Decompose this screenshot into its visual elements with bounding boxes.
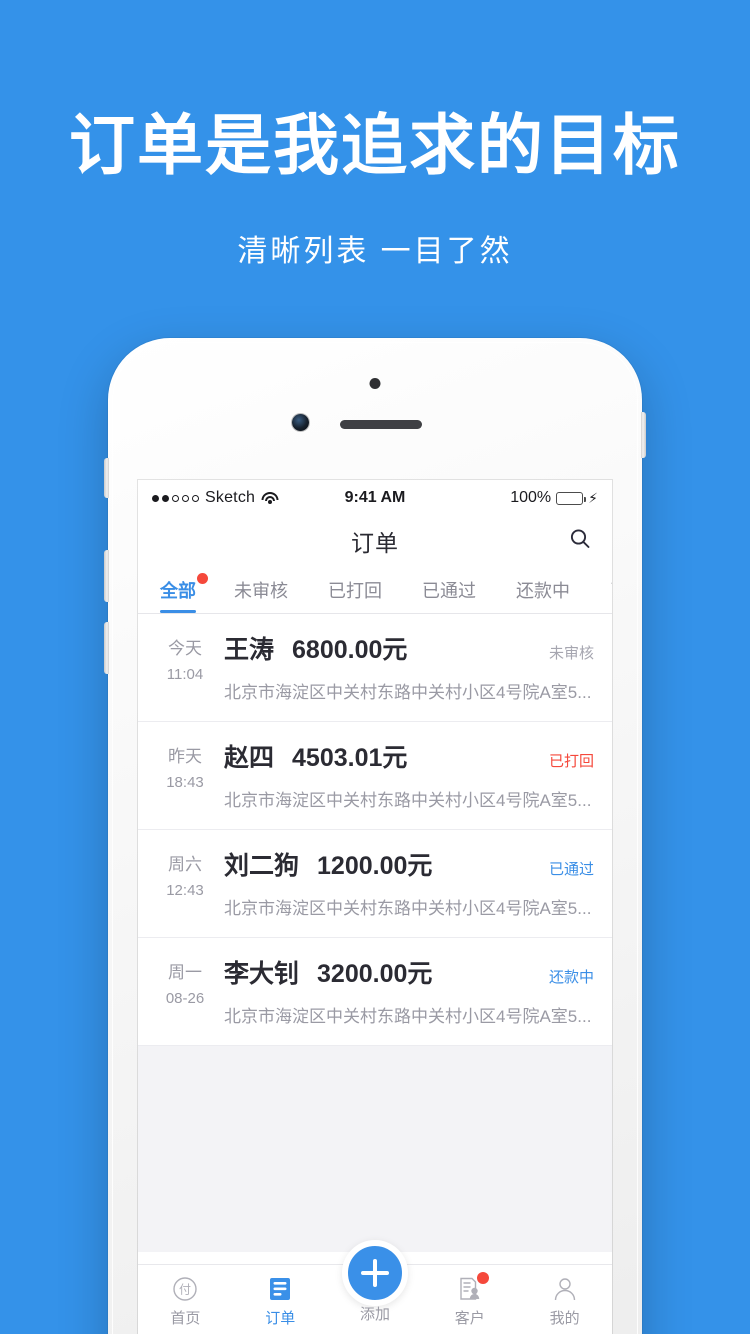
order-amount: 6800.00元 [292,636,408,664]
row-content: 李大钊 3200.00元 还款中 北京市海淀区中关村东路中关村小区4号院A室5.… [216,954,594,1027]
tab-settled[interactable]: 已结清 [590,566,612,613]
tab-profile[interactable]: 我的 [517,1274,612,1328]
order-amount: 3200.00元 [317,960,433,988]
promo-title: 订单是我追求的目标 [69,108,681,182]
customer-name: 赵四 [224,744,275,772]
customer-name: 刘二狗 [224,852,300,880]
tab-label: 已通过 [422,580,476,601]
tab-customers[interactable]: 客户 [422,1271,517,1328]
tab-label: 订单 [265,1309,296,1327]
table-row[interactable]: 周六 12:43 刘二狗 1200.00元 已通过 北京市海淀区中关村东路中关村… [138,830,612,938]
row-day: 周一 [168,963,202,982]
tab-all[interactable]: 全部 [138,566,214,613]
signal-strength-icon [152,494,199,502]
row-content: 王涛 6800.00元 未审核 北京市海淀区中关村东路中关村小区4号院A室5..… [216,630,594,703]
row-day: 今天 [168,639,202,658]
row-timestamp: 昨天 18:43 [154,738,216,796]
add-order-fab[interactable] [342,1240,408,1306]
customer-name: 王涛 [224,636,275,664]
tab-returned[interactable]: 已打回 [308,566,402,613]
status-badge: 已打回 [548,753,594,770]
tab-label: 全部 [160,580,196,601]
tab-approved[interactable]: 已通过 [402,566,496,613]
order-address: 北京市海淀区中关村东路中关村小区4号院A室5... [224,791,592,810]
tab-label: 已结清 [610,577,612,603]
order-address: 北京市海淀区中关村东路中关村小区4号院A室5... [224,1007,592,1026]
search-icon[interactable] [568,527,592,556]
order-filter-tabs[interactable]: 全部 未审核 已打回 已通过 还款中 已结清 [138,566,612,614]
order-list[interactable]: 今天 11:04 王涛 6800.00元 未审核 北京市海淀区中关村东路中关村小… [138,614,612,1252]
tab-orders[interactable]: 订单 [233,1274,328,1328]
volume-up-button[interactable] [104,550,109,602]
mute-switch[interactable] [104,458,109,498]
carrier-name: Sketch [205,489,256,506]
row-time: 18:43 [166,774,204,792]
phone-device-frame: Sketch 9:41 AM 100% ⚡ 订单 全部 未审核 已打回 已通过 … [104,338,646,1334]
status-badge: 已通过 [548,861,594,878]
status-badge: 还款中 [548,969,594,986]
document-icon [268,1274,292,1302]
row-time: 12:43 [166,882,204,900]
tab-label: 首页 [170,1309,201,1327]
wifi-icon [261,491,279,505]
row-content: 刘二狗 1200.00元 已通过 北京市海淀区中关村东路中关村小区4号院A室5.… [216,846,594,919]
battery-percent-label: 100% [510,489,552,506]
status-bar-left: Sketch [152,489,279,507]
tab-badge-dot [477,1271,490,1284]
battery-icon [556,491,587,505]
row-timestamp: 周六 12:43 [154,846,216,904]
row-timestamp: 今天 11:04 [154,630,216,688]
row-primary-line: 王涛 6800.00元 未审核 [224,630,594,666]
charging-bolt-icon: ⚡ [588,490,598,506]
promo-subtitle: 清晰列表 一目了然 [237,235,513,268]
status-bar: Sketch 9:41 AM 100% ⚡ [138,480,612,516]
status-bar-right: 100% ⚡ [510,489,598,507]
order-address: 北京市海淀区中关村东路中关村小区4号院A室5... [224,899,592,918]
pay-circle-icon: 付 [172,1274,198,1302]
order-amount: 4503.01元 [292,744,408,772]
table-row[interactable]: 昨天 18:43 赵四 4503.01元 已打回 北京市海淀区中关村东路中关村小… [138,722,612,830]
tab-pending-review[interactable]: 未审核 [214,566,308,613]
fab-label: 添加 [359,1306,391,1323]
row-day: 周六 [168,855,202,874]
row-timestamp: 周一 08-26 [154,954,216,1012]
tab-home[interactable]: 付 首页 [138,1274,233,1328]
row-time: 08-26 [165,990,205,1008]
tab-label: 已打回 [328,580,382,601]
row-content: 赵四 4503.01元 已打回 北京市海淀区中关村东路中关村小区4号院A室5..… [216,738,594,811]
navigation-bar: 订单 [138,516,612,566]
proximity-sensor [369,378,381,389]
power-button[interactable] [641,412,646,458]
tab-label: 还款中 [516,580,570,601]
row-primary-line: 赵四 4503.01元 已打回 [224,738,594,774]
tab-label: 未审核 [234,580,288,601]
tab-label: 客户 [454,1309,485,1327]
person-icon [552,1274,578,1302]
customer-name: 李大钊 [224,960,300,988]
tab-repaying[interactable]: 还款中 [496,566,590,613]
volume-down-button[interactable] [104,622,109,674]
status-badge: 未审核 [548,645,594,662]
order-address: 北京市海淀区中关村东路中关村小区4号院A室5... [224,683,592,702]
tab-label: 我的 [549,1309,580,1327]
tab-badge-dot [197,573,208,584]
front-camera [292,414,309,431]
row-primary-line: 刘二狗 1200.00元 已通过 [224,846,594,882]
promo-header: 订单是我追求的目标 清晰列表 一目了然 [0,0,750,270]
phone-screen: Sketch 9:41 AM 100% ⚡ 订单 全部 未审核 已打回 已通过 … [138,480,612,1334]
order-amount: 1200.00元 [317,852,433,880]
table-row[interactable]: 今天 11:04 王涛 6800.00元 未审核 北京市海淀区中关村东路中关村小… [138,614,612,722]
table-row[interactable]: 周一 08-26 李大钊 3200.00元 还款中 北京市海淀区中关村东路中关村… [138,938,612,1046]
bottom-tab-bar[interactable]: 付 首页 订单 添加 [138,1240,612,1334]
row-time: 11:04 [166,666,204,684]
earpiece-speaker [340,420,422,429]
row-day: 昨天 [168,747,202,766]
svg-text:付: 付 [179,1282,191,1296]
row-primary-line: 李大钊 3200.00元 还款中 [224,954,594,990]
page-title: 订单 [351,530,399,556]
